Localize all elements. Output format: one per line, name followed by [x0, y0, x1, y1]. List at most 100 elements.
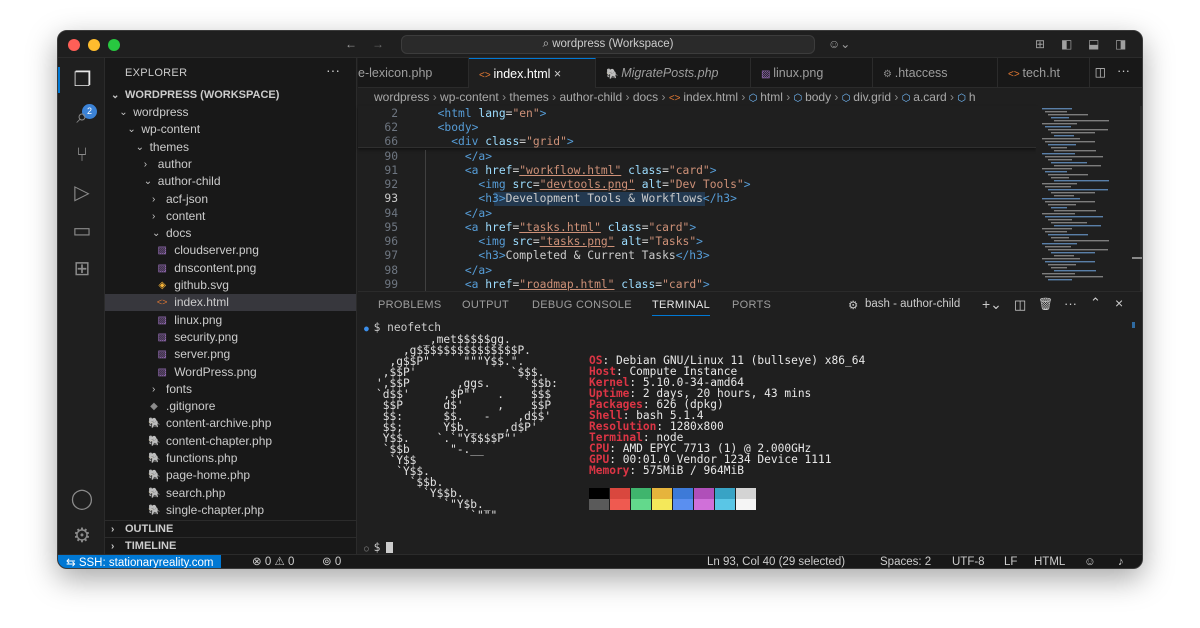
more-actions-icon[interactable]: ··· [326, 62, 340, 78]
breadcrumb-item[interactable]: html [760, 90, 783, 104]
back-arrow-icon[interactable]: ← [345, 37, 357, 51]
editor-tab[interactable]: ▨ linux.png [751, 58, 873, 88]
tree-item[interactable]: ▨ WordPress.png [105, 364, 356, 381]
language-mode[interactable]: HTML [1034, 555, 1065, 568]
editor-tab[interactable]: e-lexicon.php [358, 58, 469, 88]
close-window-button[interactable] [68, 39, 80, 51]
outline-section[interactable]: › OUTLINE [105, 520, 356, 537]
editor-tab[interactable]: ⚙ .htaccess [873, 58, 998, 88]
tree-item[interactable]: 🐘 page-home.php [105, 467, 356, 484]
breadcrumb-item[interactable]: body [805, 90, 831, 104]
command-center-search[interactable]: ⌕ wordpress (Workspace) [401, 35, 815, 54]
settings-gear-icon[interactable]: ⚙ [69, 523, 95, 549]
tree-item[interactable]: 🐘 search.php [105, 485, 356, 502]
remote-explorer-icon[interactable]: ▭ [69, 218, 95, 244]
close-panel-icon[interactable]: × [1115, 295, 1123, 311]
forward-arrow-icon[interactable]: → [372, 37, 384, 51]
editor-tab[interactable]: 🐘 MigratePosts.php [596, 58, 751, 88]
minimap-line [1045, 231, 1067, 233]
tree-item[interactable]: › author [105, 156, 356, 173]
maximize-window-button[interactable] [108, 39, 120, 51]
breadcrumb-item[interactable]: wordpress [374, 90, 429, 104]
search-view-icon[interactable]: ⌕ [69, 104, 95, 130]
minimap-line [1045, 246, 1071, 248]
explorer-icon[interactable]: ❐ [58, 67, 105, 93]
code-editor[interactable]: 2 <html lang="en"> 62 <body> 66 <div class… [358, 106, 1036, 291]
indentation-status[interactable]: Spaces: 2 [880, 555, 931, 568]
color-swatch [715, 499, 735, 510]
minimize-window-button[interactable] [88, 39, 100, 51]
shell-label[interactable]: bash - author-child [865, 298, 960, 310]
tree-item[interactable]: ◈ github.svg [105, 277, 356, 294]
run-debug-icon[interactable]: ▷ [69, 180, 95, 206]
split-editor-icon[interactable]: ◫ [1095, 65, 1106, 79]
trash-icon[interactable]: 🗑 [1038, 297, 1053, 311]
minimap-line [1045, 261, 1095, 263]
panel-tab[interactable]: TERMINAL [652, 299, 711, 316]
toggle-panel-icon[interactable]: ⬓ [1088, 37, 1099, 51]
tree-item[interactable]: ⌄ themes [105, 139, 356, 156]
tree-item[interactable]: 🐘 single-chapter.php [105, 502, 356, 519]
tree-item-label: github.svg [174, 278, 229, 292]
editor-tab[interactable]: <> index.html × [469, 58, 596, 88]
eol-status[interactable]: LF [1004, 555, 1017, 568]
tree-item[interactable]: › fonts [105, 381, 356, 398]
tree-item[interactable]: 🐘 functions.php [105, 450, 356, 467]
tree-item[interactable]: ▨ linux.png [105, 312, 356, 329]
new-terminal-icon[interactable]: +⌄ [982, 296, 1002, 313]
tree-item[interactable]: 🐘 content-archive.php [105, 415, 356, 432]
minimap-line [1054, 150, 1096, 152]
close-tab-icon[interactable]: × [550, 67, 561, 81]
copilot-icon[interactable]: ☺⌄ [828, 37, 850, 51]
panel-tab[interactable]: PROBLEMS [378, 299, 442, 311]
source-control-icon[interactable]: ⑂ [69, 142, 95, 168]
tree-item[interactable]: <> index.html [105, 294, 356, 312]
breadcrumb-item[interactable]: div.grid [853, 90, 891, 104]
panel-tab[interactable]: DEBUG CONSOLE [532, 299, 632, 311]
minimap[interactable] [1036, 106, 1142, 291]
panel-tab[interactable]: OUTPUT [462, 299, 509, 311]
problems-status[interactable]: ⊗ 0 ⚠ 0 [252, 555, 294, 568]
layout-controls-icon[interactable]: ⊞ [1035, 37, 1045, 51]
split-terminal-icon[interactable]: ◫ [1014, 297, 1026, 313]
more-actions-icon[interactable]: ··· [1064, 296, 1077, 311]
breadcrumb-item[interactable]: themes [509, 90, 548, 104]
encoding-status[interactable]: UTF-8 [952, 555, 985, 568]
toggle-sidebar-icon[interactable]: ◧ [1061, 37, 1072, 51]
accounts-icon[interactable]: ◯ [69, 486, 95, 512]
breadcrumb-item[interactable]: a.card [913, 90, 946, 104]
panel-tab[interactable]: PORTS [732, 299, 771, 311]
tab-label: tech.ht [1022, 66, 1060, 80]
workspace-root[interactable]: ⌄ WORDPRESS (WORKSPACE) [105, 87, 356, 104]
timeline-section[interactable]: › TIMELINE [105, 537, 356, 554]
cursor-position[interactable]: Ln 93, Col 40 (29 selected) [707, 555, 845, 568]
breadcrumb-item[interactable]: wp-content [440, 90, 499, 104]
tree-item[interactable]: ⌄ author-child [105, 173, 356, 190]
remote-indicator[interactable]: ⇆ SSH: stationaryreality.com [58, 555, 222, 568]
editor-tab[interactable]: <> tech.ht [998, 58, 1090, 88]
tree-item[interactable]: ⌄ docs [105, 225, 356, 242]
tree-item[interactable]: 🐘 content-chapter.php [105, 433, 356, 450]
breadcrumb-item[interactable]: author-child [559, 90, 622, 104]
tree-item[interactable]: ⌄ wordpress [105, 104, 356, 121]
maximize-panel-icon[interactable]: ⌃ [1090, 295, 1101, 311]
more-tab-actions-icon[interactable]: ··· [1117, 63, 1130, 78]
extensions-icon[interactable]: ⊞ [69, 256, 95, 282]
breadcrumb-item[interactable]: docs [633, 90, 658, 104]
tree-item[interactable]: ◆ .gitignore [105, 398, 356, 415]
tree-item[interactable]: ▨ security.png [105, 329, 356, 346]
toggle-secondary-sidebar-icon[interactable]: ◨ [1115, 37, 1126, 51]
breadcrumb-item[interactable]: h [969, 90, 976, 104]
tree-item[interactable]: ▨ dnscontent.png [105, 260, 356, 277]
tree-item[interactable]: ▨ server.png [105, 346, 356, 363]
tree-item[interactable]: ▨ cloudserver.png [105, 242, 356, 259]
tree-item[interactable]: ⌄ wp-content [105, 121, 356, 138]
terminal-scrollbar[interactable] [1132, 322, 1135, 328]
tree-item[interactable]: › content [105, 208, 356, 225]
breadcrumb-item[interactable]: index.html [683, 90, 738, 104]
tree-item[interactable]: › acf-json [105, 191, 356, 208]
notifications-icon[interactable]: ♪ [1118, 555, 1124, 568]
copilot-status-icon[interactable]: ☺ [1084, 555, 1096, 568]
ports-status[interactable]: ⊚ 0 [322, 555, 341, 568]
